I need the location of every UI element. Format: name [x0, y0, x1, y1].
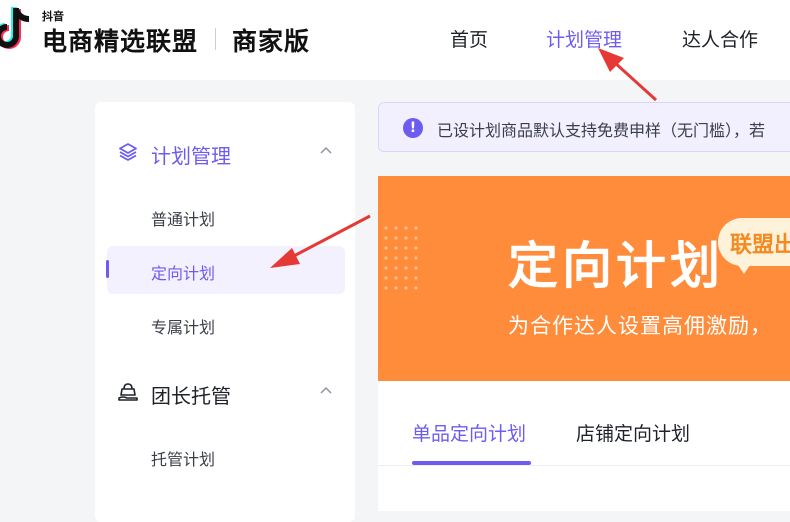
- hero-banner: 定向计划 联盟出 为合作达人设置高佣激励，: [378, 176, 790, 381]
- sidebar-item-exclusive-plan[interactable]: 专属计划: [107, 300, 345, 348]
- banner-title: 定向计划: [508, 237, 724, 295]
- sidebar-section-label: 计划管理: [151, 144, 231, 168]
- banner-subtitle: 为合作达人设置高佣激励，: [508, 314, 772, 338]
- dot-pattern-decoration: [384, 226, 418, 290]
- sidebar-item-label: 定向计划: [151, 264, 216, 283]
- sidebar-item-targeted-plan[interactable]: 定向计划: [107, 246, 345, 294]
- hand-bag-icon: [118, 383, 138, 401]
- brand-edition: 商家版: [232, 27, 311, 56]
- tab-single-product-targeted[interactable]: 单品定向计划: [412, 419, 526, 446]
- nav-home[interactable]: 首页: [450, 25, 488, 52]
- layers-icon: [119, 143, 137, 161]
- top-header: 抖音 电商精选联盟 商家版 首页 计划管理 达人合作: [0, 0, 790, 80]
- sidebar: 计划管理 普通计划 定向计划 专属计划 团长托管 托管计划: [95, 102, 355, 522]
- chevron-up-icon[interactable]: [319, 384, 333, 398]
- banner-badge-text: 联盟出: [730, 233, 790, 258]
- sidebar-item-label: 托管计划: [151, 450, 216, 469]
- brand-divider: [215, 28, 216, 50]
- nav-plan-management[interactable]: 计划管理: [546, 25, 622, 52]
- active-indicator: [106, 260, 109, 278]
- douyin-logo-icon: [0, 7, 30, 49]
- sidebar-item-hosted-plan[interactable]: 托管计划: [107, 432, 345, 480]
- banner-badge: 联盟出: [718, 218, 790, 266]
- sidebar-section-label: 团长托管: [151, 384, 231, 408]
- sidebar-item-label: 专属计划: [151, 318, 216, 337]
- badge-tail-decoration: [736, 262, 752, 274]
- nav-creator-cooperation[interactable]: 达人合作: [682, 25, 758, 52]
- exclamation-circle-icon: !: [403, 118, 423, 138]
- sidebar-item-regular-plan[interactable]: 普通计划: [107, 192, 345, 240]
- brand-name: 电商精选联盟: [42, 27, 199, 56]
- notice-text: 已设计划商品默认支持免费申样（无门槛），若: [437, 121, 766, 140]
- tabs-panel: 单品定向计划 店铺定向计划: [378, 381, 790, 511]
- notice-bar: ! 已设计划商品默认支持免费申样（无门槛），若: [378, 102, 790, 152]
- chevron-up-icon[interactable]: [319, 144, 333, 158]
- sidebar-section-plan-management[interactable]: 计划管理: [95, 132, 355, 172]
- sidebar-item-label: 普通计划: [151, 210, 216, 229]
- tab-store-targeted[interactable]: 店铺定向计划: [576, 419, 690, 446]
- sidebar-section-leader-hosting[interactable]: 团长托管: [95, 372, 355, 412]
- tabs-divider: [378, 465, 790, 466]
